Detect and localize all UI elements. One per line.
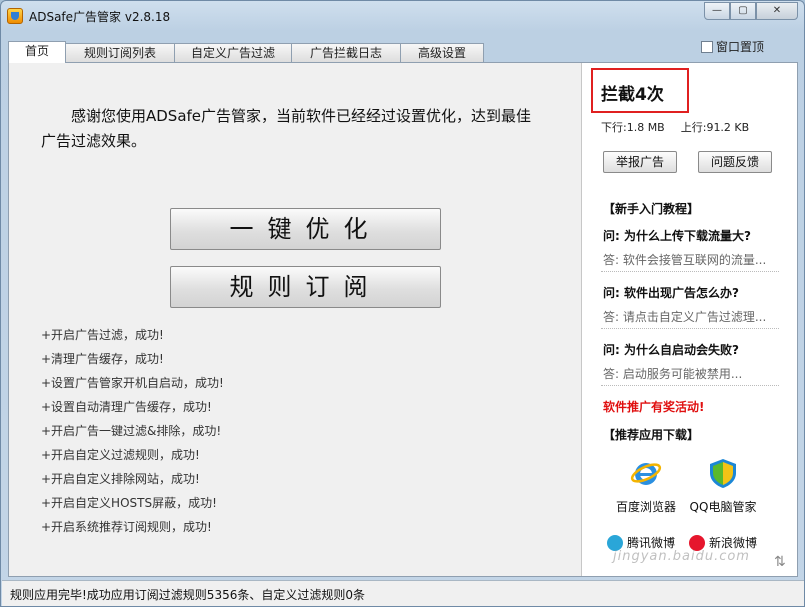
window-title: ADSafe广告管家 v2.8.18: [29, 10, 171, 24]
topmost-label: 窗口置顶: [716, 40, 765, 54]
log-line: +清理广告缓存，成功!: [41, 352, 164, 366]
qq-pc-manager-icon: [710, 459, 736, 488]
block-count: 拦截4次: [601, 85, 664, 105]
log-line: +开启系统推荐订阅规则，成功!: [41, 520, 212, 534]
status-text: 规则应用完毕!成功应用订阅过滤规则5356条、自定义过滤规则0条: [10, 588, 365, 602]
tab-bar: 首页 规则订阅列表 自定义广告过滤 广告拦截日志 高级设置: [8, 41, 484, 63]
faq-question[interactable]: 问: 为什么自启动会失败?: [603, 341, 739, 358]
log-line: +开启自定义排除网站，成功!: [41, 472, 200, 486]
app-qq-pc-manager[interactable]: QQ电脑管家: [678, 457, 768, 515]
refresh-icon[interactable]: ⇅: [774, 554, 786, 570]
tab-custom-filter[interactable]: 自定义广告过滤: [174, 43, 292, 63]
faq-answer[interactable]: 答: 启动服务可能被禁用...: [603, 365, 779, 382]
promo-link[interactable]: 软件推广有奖活动!: [603, 398, 704, 415]
minimize-button[interactable]: —: [704, 2, 730, 20]
tutorial-heading: 【新手入门教程】: [603, 202, 700, 216]
title-bar[interactable]: ADSafe广告管家 v2.8.18 — ▢ ✕: [1, 1, 804, 31]
ie-browser-icon: [630, 463, 662, 485]
log-line: +开启广告过滤，成功!: [41, 328, 164, 342]
faq-question[interactable]: 问: 为什么上传下载流量大?: [603, 227, 751, 244]
faq-answer[interactable]: 答: 请点击自定义广告过滤理...: [603, 308, 779, 325]
download-traffic: 下行:1.8 MB: [601, 121, 665, 134]
adsafe-logo-icon: [7, 8, 23, 24]
feedback-button[interactable]: 问题反馈: [698, 151, 772, 173]
divider: [601, 385, 779, 386]
faq-question[interactable]: 问: 软件出现广告怎么办?: [603, 284, 739, 301]
divider: [601, 328, 779, 329]
watermark-text: jingyan.baidu.com: [613, 549, 750, 564]
maximize-button[interactable]: ▢: [730, 2, 756, 20]
log-line: +开启自定义过滤规则，成功!: [41, 448, 200, 462]
close-button[interactable]: ✕: [756, 2, 798, 20]
log-line: +设置自动清理广告缓存，成功!: [41, 400, 212, 414]
status-log: +开启广告过滤，成功! +清理广告缓存，成功! +设置广告管家开机自启动，成功!…: [41, 323, 341, 539]
tab-home[interactable]: 首页: [8, 41, 66, 63]
faq-answer[interactable]: 答: 软件会接管互联网的流量...: [603, 251, 779, 268]
divider: [601, 271, 779, 272]
rule-subscribe-button[interactable]: 规则订阅: [170, 266, 441, 308]
welcome-message: 感谢您使用ADSafe广告管家，当前软件已经经过设置优化，达到最佳广告过滤效果。: [41, 107, 532, 150]
log-line: +设置广告管家开机自启动，成功!: [41, 376, 224, 390]
log-line: +开启广告一键过滤&排除，成功!: [41, 424, 222, 438]
traffic-stats: 下行:1.8 MB 上行:91.2 KB: [601, 119, 749, 135]
topmost-checkbox[interactable]: [701, 40, 713, 53]
app-window: ADSafe广告管家 v2.8.18 — ▢ ✕ 首页 规则订阅列表 自定义广告…: [0, 0, 805, 607]
status-bar: 规则应用完毕!成功应用订阅过滤规则5356条、自定义过滤规则0条: [2, 580, 804, 606]
window-topmost-toggle[interactable]: 窗口置顶: [701, 38, 764, 55]
apps-heading: 【推荐应用下载】: [603, 428, 700, 442]
window-controls: — ▢ ✕: [704, 2, 798, 20]
report-ad-button[interactable]: 举报广告: [603, 151, 677, 173]
one-click-optimize-button[interactable]: 一键优化: [170, 208, 441, 250]
app-label: QQ电脑管家: [689, 500, 757, 514]
tab-block-log[interactable]: 广告拦截日志: [291, 43, 401, 63]
log-line: +开启自定义HOSTS屏蔽，成功!: [41, 496, 217, 510]
tab-rule-subscriptions[interactable]: 规则订阅列表: [65, 43, 175, 63]
tab-advanced-settings[interactable]: 高级设置: [400, 43, 484, 63]
upload-traffic: 上行:91.2 KB: [680, 121, 750, 134]
